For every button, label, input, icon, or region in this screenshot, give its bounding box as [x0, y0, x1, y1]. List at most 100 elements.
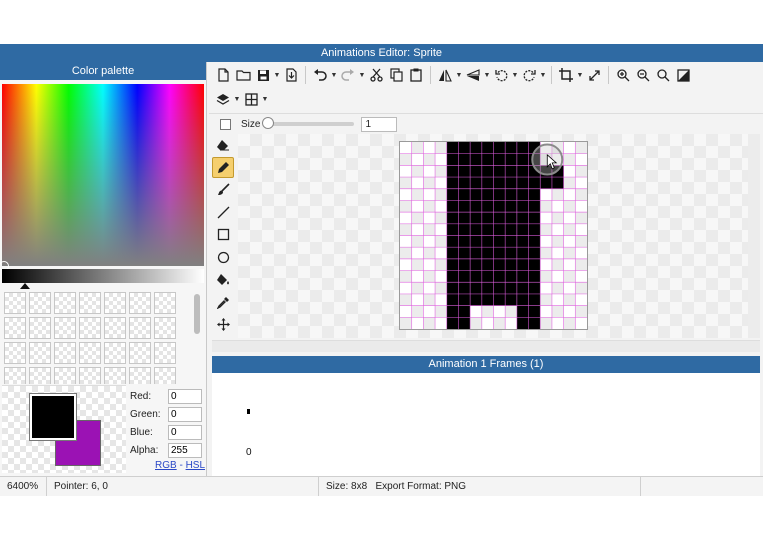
color-swatch[interactable]	[154, 367, 176, 384]
color-swatch[interactable]	[129, 317, 151, 339]
zoom-fit-icon[interactable]	[653, 65, 673, 85]
bottom-whitespace	[0, 496, 763, 541]
pencil-icon[interactable]	[212, 156, 234, 178]
new-file-icon[interactable]	[213, 65, 233, 85]
color-swatch[interactable]	[129, 367, 151, 384]
undo-icon[interactable]	[310, 65, 330, 85]
drawing-canvas-area[interactable]	[238, 134, 748, 338]
redo-icon[interactable]	[338, 65, 358, 85]
zoom-out-icon[interactable]	[633, 65, 653, 85]
mouse-cursor	[531, 143, 564, 176]
color-swatch-grid	[4, 292, 188, 384]
swatch-scrollbar[interactable]	[194, 294, 200, 334]
color-swatch[interactable]	[54, 292, 76, 314]
layers-dropdown-icon[interactable]: ▼	[233, 96, 241, 103]
ellipse-icon[interactable]	[212, 247, 234, 268]
brightness-marker[interactable]	[20, 283, 30, 289]
hsl-link[interactable]: HSL	[186, 460, 205, 471]
color-swatch[interactable]	[4, 342, 26, 364]
brush-icon[interactable]	[212, 179, 234, 200]
color-swatch[interactable]	[79, 317, 101, 339]
rectangle-icon[interactable]	[212, 224, 234, 245]
color-swatch[interactable]	[54, 367, 76, 384]
flip-h-dropdown-icon[interactable]: ▼	[455, 72, 463, 79]
eraser-icon[interactable]	[212, 134, 234, 155]
color-swatch[interactable]	[4, 367, 26, 384]
color-swatch[interactable]	[154, 317, 176, 339]
redo-dropdown-icon[interactable]: ▼	[358, 72, 366, 79]
color-swatch[interactable]	[54, 342, 76, 364]
color-swatch[interactable]	[4, 292, 26, 314]
drawing-tools	[212, 134, 236, 339]
open-folder-icon[interactable]	[233, 65, 253, 85]
color-swatch[interactable]	[29, 317, 51, 339]
canvas-right-edge	[748, 134, 760, 338]
resize-icon[interactable]	[584, 65, 604, 85]
color-swatch[interactable]	[79, 292, 101, 314]
rotate-left-dropdown-icon[interactable]: ▼	[511, 72, 519, 79]
color-mode-links: RGB - HSL	[155, 460, 205, 471]
color-swatch[interactable]	[54, 317, 76, 339]
color-swatch[interactable]	[154, 292, 176, 314]
status-size-export: Size: 8x8 Export Format: PNG	[319, 476, 641, 497]
status-pointer: Pointer: 6, 0	[47, 476, 319, 497]
size-input[interactable]: 1	[361, 116, 398, 132]
color-swatch[interactable]	[29, 342, 51, 364]
cut-icon[interactable]	[366, 65, 386, 85]
color-swatch[interactable]	[129, 342, 151, 364]
rotate-right-dropdown-icon[interactable]: ▼	[539, 72, 547, 79]
color-swatch[interactable]	[104, 292, 126, 314]
rotate-left-icon[interactable]	[491, 65, 511, 85]
color-swatch[interactable]	[104, 367, 126, 384]
color-swatch[interactable]	[154, 342, 176, 364]
copy-icon[interactable]	[386, 65, 406, 85]
blue-input[interactable]	[168, 424, 202, 440]
color-swatch[interactable]	[104, 317, 126, 339]
color-swatch[interactable]	[29, 367, 51, 384]
flip-vertical-icon[interactable]	[463, 65, 483, 85]
color-swatch[interactable]	[4, 317, 26, 339]
save-icon[interactable]	[253, 65, 273, 85]
flip-v-dropdown-icon[interactable]: ▼	[483, 72, 491, 79]
grid-icon[interactable]	[241, 89, 261, 109]
size-slider-thumb[interactable]	[262, 117, 275, 129]
line-icon[interactable]	[212, 202, 234, 223]
rotate-right-icon[interactable]	[519, 65, 539, 85]
frames-panel-header: Animation 1 Frames (1)	[212, 356, 760, 373]
paste-icon[interactable]	[406, 65, 426, 85]
alpha-input[interactable]	[168, 442, 202, 458]
color-swatch[interactable]	[79, 367, 101, 384]
undo-dropdown-icon[interactable]: ▼	[330, 72, 338, 79]
green-input[interactable]	[168, 406, 202, 422]
color-swatch[interactable]	[129, 292, 151, 314]
frame-number: 0	[246, 447, 252, 458]
move-icon[interactable]	[212, 314, 234, 335]
color-swatch[interactable]	[29, 292, 51, 314]
layers-icon[interactable]	[213, 89, 233, 109]
canvas-horizontal-scrollbar[interactable]	[212, 340, 760, 352]
frame-thumbnail[interactable]	[247, 409, 250, 414]
rgb-link[interactable]: RGB	[155, 460, 177, 471]
size-slider[interactable]	[262, 117, 355, 129]
grid-dropdown-icon[interactable]: ▼	[261, 96, 269, 103]
status-export-format: Export Format: PNG	[375, 480, 467, 492]
export-icon[interactable]	[281, 65, 301, 85]
crop-dropdown-icon[interactable]: ▼	[576, 72, 584, 79]
color-spectrum[interactable]	[0, 84, 204, 271]
foreground-color-swatch[interactable]	[29, 393, 77, 441]
fill-bucket-icon[interactable]	[212, 269, 234, 290]
crop-icon[interactable]	[556, 65, 576, 85]
sprite-canvas[interactable]	[399, 141, 588, 330]
main-toolbar: ▼ ▼ ▼ ▼ ▼ ▼ ▼ ▼ ▼ ▼	[209, 62, 763, 114]
save-dropdown-icon[interactable]: ▼	[273, 72, 281, 79]
color-swatch[interactable]	[79, 342, 101, 364]
red-input[interactable]	[168, 388, 202, 404]
color-preview	[2, 385, 126, 473]
flip-horizontal-icon[interactable]	[435, 65, 455, 85]
eyedropper-icon[interactable]	[212, 292, 234, 313]
color-swatch[interactable]	[104, 342, 126, 364]
zoom-in-icon[interactable]	[613, 65, 633, 85]
brightness-slider[interactable]	[2, 269, 204, 283]
actual-size-icon[interactable]	[673, 65, 693, 85]
pixel-perfect-checkbox[interactable]	[220, 118, 231, 130]
